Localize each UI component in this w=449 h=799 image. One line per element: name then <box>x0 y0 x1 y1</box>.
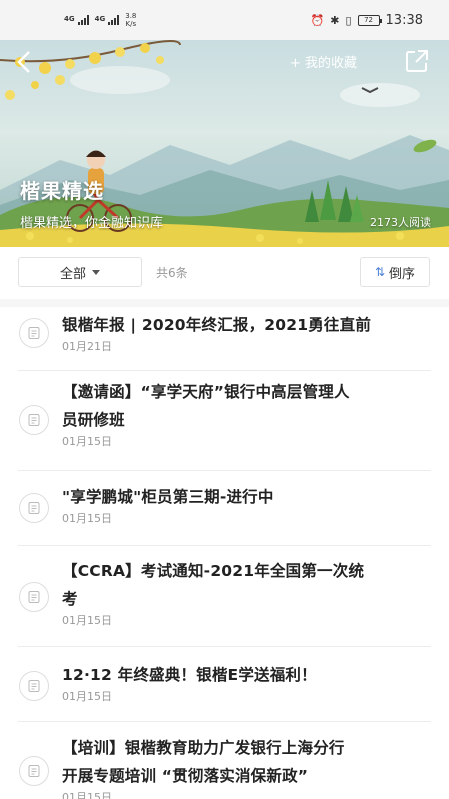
article-date: 01月15日 <box>62 614 112 627</box>
list-item[interactable]: 【邀请函】“享学天府”银行中高层管理人 员研修班 01月15日 <box>0 371 449 471</box>
category-dropdown[interactable]: 全部 <box>18 257 142 287</box>
signal-1-label: 4G <box>64 15 75 23</box>
list-item[interactable]: 【培训】银楷教育助力广发银行上海分行 开展专题培训 “贯彻落实消保新政” 01月… <box>0 722 449 799</box>
header-banner: + 我的收藏 楷果精选 楷果精选，你金融知识库 2173人阅读 <box>0 40 449 247</box>
status-left: 4G 4G 3.8 K/s <box>64 12 136 28</box>
list-item[interactable]: 银楷年报 | 2020年终汇报，2021勇往直前 01月21日 <box>0 307 449 371</box>
favorite-button[interactable]: + 我的收藏 <box>290 52 357 71</box>
network-speed: 3.8 K/s <box>125 12 136 28</box>
signal-2: 4G <box>95 15 120 25</box>
article-date: 01月15日 <box>62 690 112 703</box>
article-date: 01月15日 <box>62 791 112 799</box>
share-icon <box>406 50 428 72</box>
sort-button[interactable]: ⇅ 倒序 <box>360 257 430 287</box>
article-title-line-2: 开展专题培训 “贯彻落实消保新政” <box>62 767 309 785</box>
article-date: 01月15日 <box>62 512 112 525</box>
article-title: 12·12 年终盛典！银楷E学送福利！ <box>62 666 317 684</box>
caret-down-icon <box>92 269 100 275</box>
status-right: ⏰ ✱ ▯ 72 13:38 <box>311 13 423 28</box>
filter-row: 全部 共6条 ⇅ 倒序 <box>0 247 449 299</box>
list-item[interactable]: "享学鹏城"柜员第三期-进行中 01月15日 <box>0 471 449 546</box>
signal-bars-icon <box>108 15 120 25</box>
list-item[interactable]: 12·12 年终盛典！银楷E学送福利！ 01月15日 <box>0 647 449 722</box>
article-date: 01月15日 <box>62 435 112 448</box>
sort-icon: ⇅ <box>374 265 386 279</box>
item-count: 共6条 <box>156 266 188 280</box>
section-divider <box>0 299 449 307</box>
share-button[interactable] <box>404 48 430 74</box>
article-title: 银楷年报 | 2020年终汇报，2021勇往直前 <box>62 316 372 334</box>
article-date: 01月21日 <box>62 340 112 353</box>
dropdown-label: 全部 <box>59 266 86 282</box>
article-title: "享学鹏城"柜员第三期-进行中 <box>62 488 274 506</box>
signal-bars-icon <box>77 15 89 25</box>
article-title-line-1: 【CCRA】考试通知-2021年全国第一次统 <box>62 562 365 580</box>
sort-label: 倒序 <box>389 266 416 282</box>
list-item[interactable]: 【CCRA】考试通知-2021年全国第一次统 考 01月15日 <box>0 546 449 647</box>
bluetooth-icon: ✱ <box>330 13 340 27</box>
article-title-line-1: 【培训】银楷教育助力广发银行上海分行 <box>62 739 345 757</box>
article-list: 银楷年报 | 2020年终汇报，2021勇往直前 01月21日 【邀请函】“享学… <box>0 307 449 799</box>
speed-unit: K/s <box>125 20 137 28</box>
read-count: 2173人阅读 <box>370 216 431 229</box>
banner-title: 楷果精选 <box>20 179 104 203</box>
back-button[interactable] <box>14 48 44 78</box>
vibrate-icon: ▯ <box>345 13 352 27</box>
article-title-line-2: 考 <box>62 590 78 608</box>
article-title-line-1: 【邀请函】“享学天府”银行中高层管理人 <box>62 383 350 401</box>
battery-icon: 72 <box>357 14 382 26</box>
alarm-icon: ⏰ <box>310 13 325 27</box>
article-title-line-2: 员研修班 <box>62 411 125 429</box>
banner-subtitle: 楷果精选，你金融知识库 <box>20 216 164 231</box>
back-arrow-icon <box>17 51 30 73</box>
speed-value: 3.8 <box>125 12 137 20</box>
signal-2-label: 4G <box>94 15 106 23</box>
status-bar: 4G 4G 3.8 K/s ⏰ ✱ ▯ 72 13:38 <box>0 0 449 40</box>
clock: 13:38 <box>385 12 423 28</box>
signal-1: 4G <box>64 15 89 25</box>
